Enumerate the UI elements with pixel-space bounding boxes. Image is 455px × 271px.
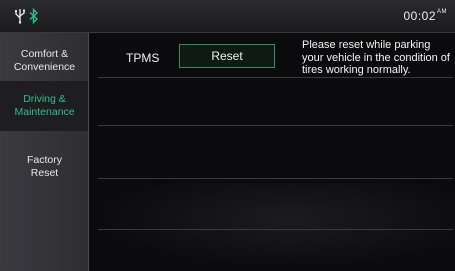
background-texture [90, 183, 455, 271]
sidebar: Comfort & Convenience Driving & Maintena… [0, 33, 89, 271]
clock-ampm: AM [437, 9, 447, 15]
usb-icon [15, 9, 26, 24]
sidebar-item-label: Factory Reset [26, 154, 62, 179]
divider [98, 229, 453, 230]
tpms-label: TPMS [126, 51, 160, 65]
screen: 00:02AM Comfort & Convenience Driving & … [0, 0, 455, 271]
sidebar-item-label: Driving & Maintenance [14, 93, 75, 118]
main-panel: TPMS Reset Please reset while parking yo… [90, 33, 455, 271]
sidebar-item-driving-maintenance[interactable]: Driving & Maintenance [0, 81, 89, 131]
status-bar: 00:02AM [0, 0, 455, 33]
sidebar-item-factory-reset[interactable]: Factory Reset [0, 142, 89, 192]
bluetooth-icon [29, 8, 39, 24]
divider [98, 77, 453, 78]
divider [98, 178, 453, 179]
sidebar-item-label: Comfort & Convenience [13, 48, 76, 73]
clock: 00:02AM [403, 9, 447, 23]
clock-time: 00:02 [403, 9, 436, 23]
tpms-reset-note: Please reset while parking your vehicle … [302, 39, 450, 76]
divider [98, 125, 453, 126]
sidebar-item-comfort-convenience[interactable]: Comfort & Convenience [0, 36, 89, 86]
tpms-reset-button[interactable]: Reset [179, 44, 275, 68]
